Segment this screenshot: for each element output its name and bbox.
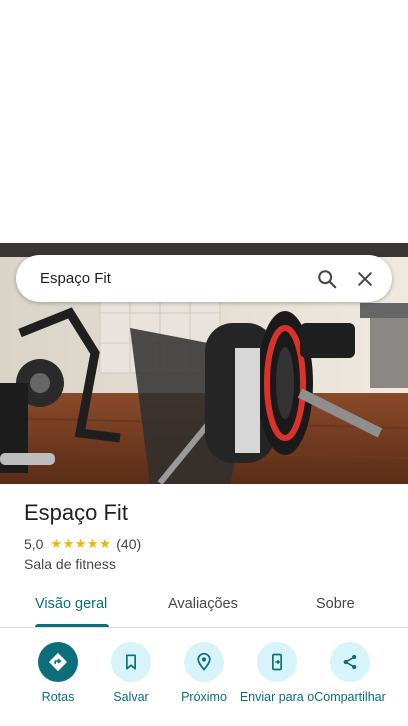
share-icon: [330, 642, 370, 682]
nearby-label: Próximo: [181, 690, 227, 704]
rating-row[interactable]: 5,0 ★★★★★ (40): [24, 536, 141, 552]
rating-value: 5,0: [24, 536, 44, 552]
nearby-button[interactable]: Próximo: [166, 642, 242, 705]
action-bar: Rotas Salvar Próximo Enviar para o Compa…: [0, 642, 408, 726]
rating-stars: ★★★★★: [50, 536, 112, 551]
send-to-phone-label: Enviar para o: [239, 690, 315, 704]
tab-reviews[interactable]: Avaliações: [168, 596, 238, 612]
tab-overview[interactable]: Visão geral: [35, 596, 107, 612]
search-icon[interactable]: [314, 266, 340, 292]
save-button[interactable]: Salvar: [93, 642, 169, 705]
directions-label: Rotas: [41, 690, 75, 704]
share-button[interactable]: Compartilhar: [312, 642, 388, 705]
send-to-phone-icon: [257, 642, 297, 682]
send-to-phone-button[interactable]: Enviar para o: [239, 642, 315, 705]
place-category: Sala de fitness: [24, 556, 116, 572]
search-input[interactable]: Espaço Fit: [40, 270, 314, 287]
tab-about[interactable]: Sobre: [316, 596, 355, 612]
search-bar[interactable]: Espaço Fit: [16, 255, 392, 302]
nearby-icon: [184, 642, 224, 682]
save-label: Salvar: [113, 690, 149, 704]
close-icon[interactable]: [352, 266, 378, 292]
active-tab-indicator: [35, 624, 109, 627]
tab-bar: Visão geral Avaliações Sobre: [0, 584, 408, 628]
place-title: Espaço Fit: [24, 500, 128, 525]
share-label: Compartilhar: [314, 690, 386, 704]
bookmark-icon: [111, 642, 151, 682]
directions-icon: [38, 642, 78, 682]
directions-button[interactable]: Rotas: [20, 642, 96, 705]
review-count: (40): [116, 536, 142, 552]
